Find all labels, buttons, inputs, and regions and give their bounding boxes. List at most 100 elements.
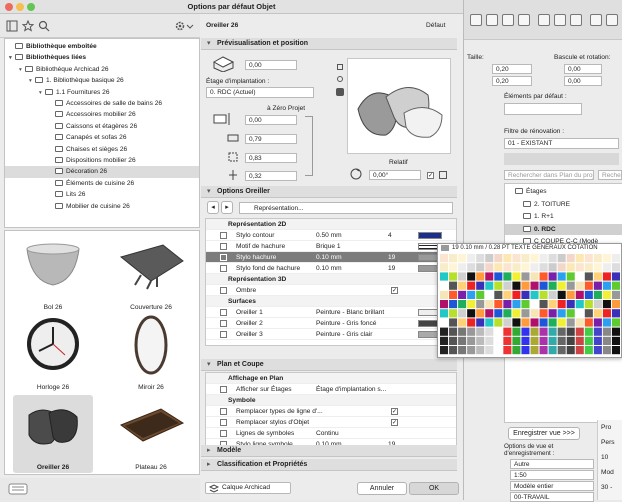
cancel-button[interactable]: Annuler (357, 482, 407, 495)
pen-swatch[interactable] (485, 309, 494, 318)
thumb-item[interactable]: Couverture 26 (111, 235, 191, 313)
pen-swatch[interactable] (548, 346, 557, 355)
pen-swatch[interactable] (503, 300, 512, 309)
pen-swatch[interactable] (458, 281, 467, 290)
pen-swatch[interactable] (458, 254, 467, 263)
pen-swatch[interactable] (485, 272, 494, 281)
pen-swatch[interactable] (566, 254, 575, 263)
preview-section-header[interactable]: Prévisualisation et position (201, 38, 457, 50)
mirror-checkbox[interactable]: ✓ (427, 172, 434, 179)
pen-swatch[interactable] (521, 309, 530, 318)
pen-swatch[interactable] (557, 318, 566, 327)
parameter-value[interactable]: Peinture - Gris clair (316, 329, 372, 340)
search-input-2[interactable]: Rechercher (598, 170, 622, 180)
pen-swatch[interactable] (548, 290, 557, 299)
pen-swatch[interactable] (548, 336, 557, 345)
minimize-window-icon[interactable] (16, 3, 24, 11)
dimension-c-field[interactable]: 0,32 (245, 171, 297, 181)
prev-page-button[interactable]: ◂ (207, 201, 219, 214)
pen-swatch[interactable] (611, 300, 620, 309)
navigator-item[interactable]: 2. TOITURE (505, 199, 622, 210)
thumb-item[interactable]: Bol 26 (13, 235, 93, 313)
pen-swatch[interactable] (557, 336, 566, 345)
tree-item[interactable]: Dispositions mobilier 26 (5, 155, 199, 166)
pen-swatch[interactable] (548, 281, 557, 290)
pen-swatch[interactable] (512, 281, 521, 290)
parameter-row[interactable]: Afficher sur Étages Étage d'implantation … (206, 384, 456, 395)
pen-swatch[interactable] (593, 336, 602, 345)
pen-swatch[interactable] (530, 263, 539, 272)
pen-swatch[interactable] (521, 272, 530, 281)
pen-swatch[interactable] (593, 318, 602, 327)
pen-swatch[interactable] (494, 254, 503, 263)
parameter-value[interactable]: Étage d'implantation s... (316, 384, 386, 395)
pen-swatch[interactable] (611, 272, 620, 281)
toolbar-icon[interactable] (486, 14, 498, 26)
pen-swatch[interactable] (539, 318, 548, 327)
pen-swatch[interactable] (485, 346, 494, 355)
pen-swatch[interactable] (485, 281, 494, 290)
pen-swatch[interactable] (575, 281, 584, 290)
parameter-row[interactable]: Stylo fond de hachure 0.10 mm 19 (206, 263, 456, 274)
pen-swatch[interactable] (512, 318, 521, 327)
pen-swatch[interactable] (548, 309, 557, 318)
pen-swatch[interactable] (539, 281, 548, 290)
pen-swatch[interactable] (539, 263, 548, 272)
pen-swatch[interactable] (548, 327, 557, 336)
pen-swatch[interactable] (494, 309, 503, 318)
pen-swatch[interactable] (575, 336, 584, 345)
pen-swatch[interactable] (539, 336, 548, 345)
renovation-filter-dropdown[interactable]: 01 - EXISTANT (504, 138, 619, 149)
pen-swatch[interactable] (521, 263, 530, 272)
parameter-row[interactable]: Remplacer stylos d'Objet ✓ (206, 417, 456, 428)
pen-swatch[interactable] (593, 309, 602, 318)
pen-swatch[interactable] (476, 263, 485, 272)
pen-swatch[interactable] (503, 254, 512, 263)
tree-item[interactable]: ▾ 1.1 Fournitures 26 (5, 87, 199, 98)
pen-swatch[interactable] (512, 300, 521, 309)
navigator-search-input[interactable]: Rechercher dans Plan du projet (504, 170, 594, 180)
pen-swatch[interactable] (575, 290, 584, 299)
pen-swatch[interactable] (557, 281, 566, 290)
pen-swatch[interactable] (530, 318, 539, 327)
pen-swatch[interactable] (449, 254, 458, 263)
close-window-icon[interactable] (5, 3, 13, 11)
pen-swatch[interactable] (494, 300, 503, 309)
pen-swatch[interactable] (584, 318, 593, 327)
checkbox[interactable]: ✓ (391, 408, 398, 415)
pen-swatch[interactable] (467, 272, 476, 281)
pen-swatch[interactable] (467, 281, 476, 290)
model-section-header[interactable]: Modèle (201, 445, 457, 457)
pen-swatch[interactable] (593, 254, 602, 263)
parameter-row[interactable]: Lignes de symboles Continu (206, 428, 456, 439)
pen-number[interactable]: 4 (388, 230, 392, 241)
tree-item[interactable]: ▾ Bibliothèques liées (5, 52, 199, 63)
navigator-item[interactable]: Étages (505, 186, 622, 197)
pen-swatch[interactable] (440, 336, 449, 345)
pen-swatch[interactable] (566, 263, 575, 272)
pen-swatch[interactable] (584, 290, 593, 299)
pen-swatch[interactable] (521, 318, 530, 327)
next-page-button[interactable]: ▸ (221, 201, 233, 214)
pen-swatch[interactable] (602, 254, 611, 263)
pen-swatch[interactable] (584, 327, 593, 336)
pen-swatch[interactable] (557, 300, 566, 309)
pen-swatch[interactable] (458, 346, 467, 355)
tree-item[interactable]: ▾ Bibliothèque Archicad 26 (5, 64, 199, 75)
pen-swatch[interactable] (494, 327, 503, 336)
swatch-icon[interactable] (418, 232, 442, 239)
pen-swatch[interactable] (503, 281, 512, 290)
pen-swatch[interactable] (467, 336, 476, 345)
pen-swatch[interactable] (485, 327, 494, 336)
navigator-item[interactable]: 0. RDC (505, 223, 622, 236)
pen-swatch[interactable] (512, 327, 521, 336)
pen-swatch[interactable] (503, 272, 512, 281)
pen-swatch[interactable] (602, 327, 611, 336)
tree-item[interactable]: Éléments de cuisine 26 (5, 178, 199, 189)
pen-swatch[interactable] (530, 300, 539, 309)
pen-swatch[interactable] (467, 327, 476, 336)
pen-swatch[interactable] (440, 263, 449, 272)
pen-swatch[interactable] (602, 281, 611, 290)
toolbar-icon[interactable] (554, 14, 566, 26)
pen-swatch[interactable] (611, 254, 620, 263)
